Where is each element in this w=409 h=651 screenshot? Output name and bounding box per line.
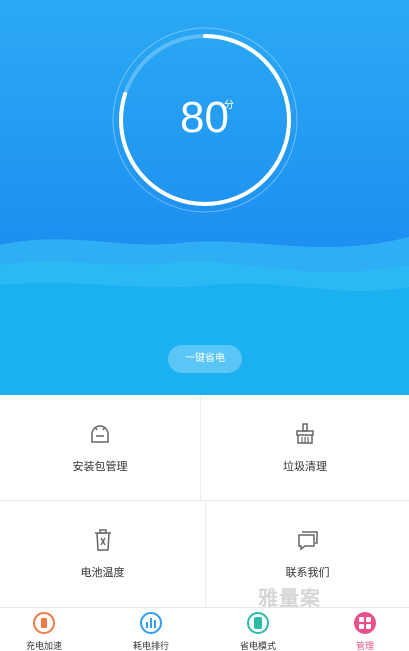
tab-label: 充电加速 xyxy=(25,642,62,651)
bottom-tab-bar: 充电加速 耗电排行 省电模式 管理 xyxy=(0,607,409,651)
one-key-save-button[interactable]: 一键省电 xyxy=(168,345,242,373)
battery-mode-icon xyxy=(247,612,269,634)
grid-icon xyxy=(354,612,376,634)
battery-hero: 80 分 一键省电 xyxy=(0,0,409,395)
grid-item-label: 电池温度 xyxy=(80,566,125,579)
grid-item-label: 安装包管理 xyxy=(72,459,128,473)
tab-label: 省电模式 xyxy=(239,642,276,651)
tab-power-save-mode[interactable]: 省电模式 xyxy=(218,612,298,651)
chat-icon xyxy=(297,531,318,551)
score-unit: 分 xyxy=(224,100,234,111)
battery-score: 80 xyxy=(180,93,229,142)
tab-label: 管理 xyxy=(355,642,374,651)
broom-icon xyxy=(296,422,314,444)
tab-charge-boost[interactable]: 充电加速 xyxy=(4,612,84,651)
tab-label: 耗电排行 xyxy=(132,642,169,651)
grid-item-label: 垃圾清理 xyxy=(283,459,327,473)
grid-item-junk-clean[interactable]: 垃圾清理 xyxy=(201,395,409,500)
android-icon xyxy=(91,424,109,443)
watermark: 雅量案 xyxy=(258,586,321,610)
grid-item-battery-temp[interactable]: 电池温度 xyxy=(0,501,205,607)
tab-manage[interactable]: 管理 xyxy=(325,612,405,651)
tab-power-ranking[interactable]: 耗电排行 xyxy=(111,612,191,651)
battery-charge-icon xyxy=(33,612,55,634)
grid-item-label: 联系我们 xyxy=(285,566,330,579)
grid-item-apk-manager[interactable]: 安装包管理 xyxy=(0,395,200,500)
feature-grid: 安装包管理 垃圾清理 电池温度 联系我们 xyxy=(0,395,409,607)
bar-chart-icon xyxy=(140,612,162,634)
trash-icon xyxy=(94,529,111,551)
